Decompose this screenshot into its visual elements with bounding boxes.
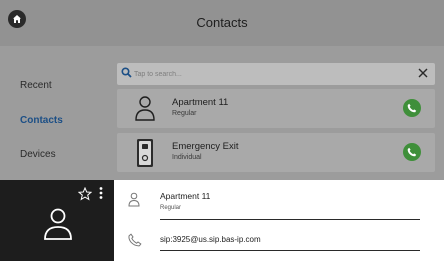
person-icon	[128, 192, 140, 207]
avatar	[44, 208, 72, 240]
search-input[interactable]	[134, 67, 404, 81]
sidebar-nav: Recent Contacts Devices	[0, 46, 114, 180]
person-icon	[135, 96, 155, 121]
contact-name: Apartment 11	[172, 97, 229, 108]
phone-icon	[407, 147, 417, 157]
sidebar-item-recent[interactable]: Recent	[20, 80, 52, 91]
contact-type: Individual	[172, 154, 202, 161]
header-bar: Contacts	[0, 0, 444, 46]
page-title: Contacts	[196, 15, 248, 30]
contact-type: Regular	[172, 110, 197, 117]
detail-contact-type: Regular	[160, 205, 182, 211]
call-button[interactable]	[403, 143, 421, 161]
sidebar-item-contacts[interactable]: Contacts	[20, 115, 63, 126]
divider	[160, 250, 420, 251]
sip-address[interactable]: sip:3925@us.sip.bas-ip.com	[160, 235, 261, 244]
contact-detail-header	[0, 180, 114, 261]
contact-name: Emergency Exit	[172, 141, 239, 152]
intercom-panel-icon	[137, 139, 153, 167]
star-icon[interactable]	[78, 187, 92, 201]
contact-detail-panel: Apartment 11 Regular sip:3925@us.sip.bas…	[114, 180, 444, 261]
search-bar	[117, 63, 435, 85]
phone-icon	[128, 233, 142, 247]
detail-contact-name: Apartment 11	[160, 191, 211, 201]
contact-row[interactable]: Apartment 11 Regular	[117, 89, 435, 128]
contact-row[interactable]: Emergency Exit Individual	[117, 133, 435, 172]
divider	[160, 219, 420, 220]
more-options-icon[interactable]	[98, 186, 104, 200]
close-icon[interactable]	[417, 67, 429, 79]
phone-icon	[407, 103, 417, 113]
call-button[interactable]	[403, 99, 421, 117]
search-icon	[121, 67, 132, 78]
sidebar-item-devices[interactable]: Devices	[20, 149, 56, 160]
